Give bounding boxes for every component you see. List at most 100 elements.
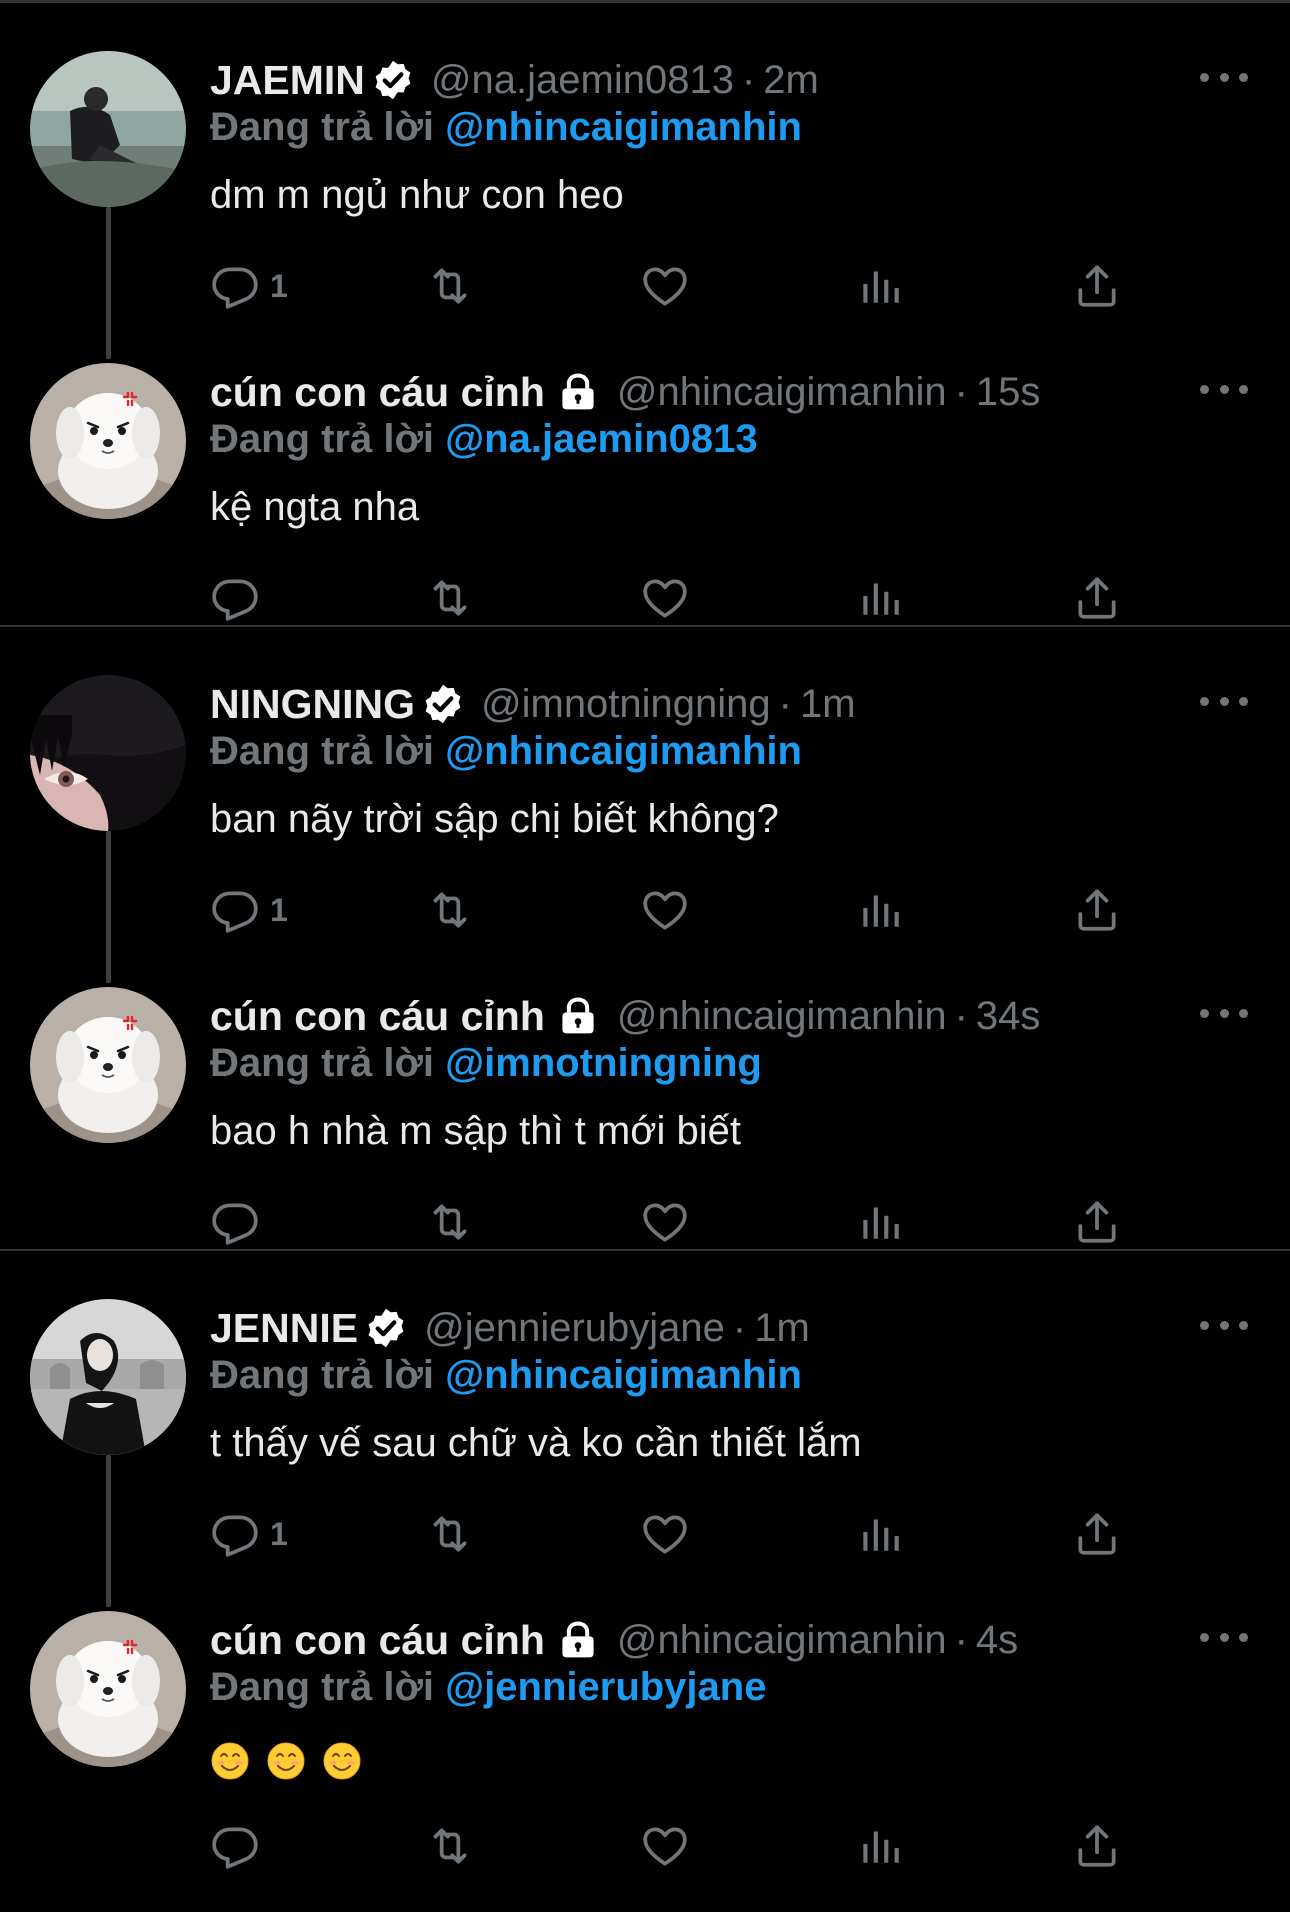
- display-name[interactable]: JENNIE: [210, 1305, 358, 1352]
- mention-link[interactable]: @nhincaigimanhin: [445, 729, 802, 773]
- views-button[interactable]: [855, 573, 905, 623]
- like-button[interactable]: [640, 1821, 690, 1871]
- more-options-icon[interactable]: [1200, 679, 1248, 723]
- display-name[interactable]: cún con cáu cỉnh: [210, 1617, 545, 1664]
- more-options-icon[interactable]: [1200, 1303, 1248, 1347]
- tweet[interactable]: NINGNING @imnotningning · 1m Đang trả lờ…: [0, 627, 1290, 939]
- like-button[interactable]: [640, 1509, 690, 1559]
- separator-dot: ·: [954, 993, 968, 1038]
- retweet-button[interactable]: [425, 1197, 475, 1247]
- avatar[interactable]: [30, 675, 186, 831]
- like-button[interactable]: [640, 573, 690, 623]
- retweet-icon: [425, 885, 475, 935]
- username[interactable]: @na.jaemin0813: [431, 58, 734, 103]
- username[interactable]: @nhincaigimanhin: [617, 994, 947, 1039]
- tweet-header: JENNIE @jennierubyjane · 1m: [210, 1303, 810, 1353]
- heart-icon: [640, 261, 690, 311]
- smiling-face-emoji-icon: [210, 1741, 250, 1781]
- reply-count: 1: [270, 1515, 288, 1552]
- heart-icon: [640, 1197, 690, 1247]
- heart-icon: [640, 573, 690, 623]
- more-options-icon[interactable]: [1200, 367, 1248, 411]
- woman-eye-closeup-photo-icon: [30, 675, 186, 831]
- reply-button[interactable]: [210, 1821, 260, 1871]
- woman-monochrome-photo-icon: [30, 1299, 186, 1455]
- tweet[interactable]: cún con cáu cỉnh @nhincaigimanhin · 15s …: [0, 315, 1290, 627]
- display-name[interactable]: cún con cáu cỉnh: [210, 369, 545, 416]
- tweet-header: cún con cáu cỉnh @nhincaigimanhin · 4s: [210, 1615, 1018, 1665]
- username[interactable]: @nhincaigimanhin: [617, 370, 947, 415]
- mention-link[interactable]: @imnotningning: [445, 1041, 762, 1085]
- username[interactable]: @nhincaigimanhin: [617, 1618, 947, 1663]
- share-icon: [1072, 1509, 1122, 1559]
- display-name[interactable]: cún con cáu cỉnh: [210, 993, 545, 1040]
- retweet-icon: [425, 573, 475, 623]
- reply-button[interactable]: [210, 1197, 260, 1247]
- more-options-icon[interactable]: [1200, 1615, 1248, 1659]
- lock-icon: [555, 994, 601, 1038]
- tweet[interactable]: cún con cáu cỉnh @nhincaigimanhin · 34s …: [0, 939, 1290, 1251]
- separator-dot: ·: [778, 681, 792, 726]
- more-options-icon[interactable]: [1200, 991, 1248, 1035]
- retweet-button[interactable]: [425, 573, 475, 623]
- mention-link[interactable]: @jennierubyjane: [445, 1665, 766, 1709]
- share-button[interactable]: [1072, 1821, 1122, 1871]
- retweet-button[interactable]: [425, 261, 475, 311]
- tweet-header: JAEMIN @na.jaemin0813 · 2m: [210, 55, 819, 105]
- tweet[interactable]: cún con cáu cỉnh @nhincaigimanhin · 4s Đ…: [0, 1563, 1290, 1875]
- display-name[interactable]: NINGNING: [210, 681, 415, 728]
- share-button[interactable]: [1072, 261, 1122, 311]
- like-button[interactable]: [640, 261, 690, 311]
- tweet-emojis: [210, 1737, 378, 1782]
- tweet-header: cún con cáu cỉnh @nhincaigimanhin · 15s: [210, 367, 1040, 417]
- action-bar: [210, 573, 1160, 623]
- mention-link[interactable]: @na.jaemin0813: [445, 417, 758, 461]
- views-button[interactable]: [855, 261, 905, 311]
- timestamp[interactable]: 1m: [754, 1306, 810, 1351]
- separator-dot: ·: [732, 1305, 747, 1350]
- retweet-button[interactable]: [425, 1821, 475, 1871]
- retweet-icon: [425, 1197, 475, 1247]
- timestamp[interactable]: 4s: [976, 1618, 1018, 1663]
- reply-button[interactable]: 1: [210, 885, 288, 935]
- username[interactable]: @imnotningning: [481, 682, 771, 727]
- timestamp[interactable]: 2m: [763, 58, 819, 103]
- share-button[interactable]: [1072, 1197, 1122, 1247]
- like-button[interactable]: [640, 1197, 690, 1247]
- action-bar: [210, 1197, 1160, 1247]
- reply-icon: [210, 1821, 260, 1871]
- display-name[interactable]: JAEMIN: [210, 57, 365, 104]
- views-button[interactable]: [855, 885, 905, 935]
- share-button[interactable]: [1072, 1509, 1122, 1559]
- like-button[interactable]: [640, 885, 690, 935]
- reply-button[interactable]: 1: [210, 1509, 288, 1559]
- tweet[interactable]: JAEMIN @na.jaemin0813 · 2m Đang trả lời …: [0, 3, 1290, 315]
- timestamp[interactable]: 1m: [800, 682, 856, 727]
- views-button[interactable]: [855, 1197, 905, 1247]
- share-button[interactable]: [1072, 885, 1122, 935]
- share-button[interactable]: [1072, 573, 1122, 623]
- avatar[interactable]: [30, 51, 186, 207]
- views-button[interactable]: [855, 1509, 905, 1559]
- timestamp[interactable]: 34s: [976, 994, 1041, 1039]
- timestamp[interactable]: 15s: [976, 370, 1041, 415]
- tweet-header: NINGNING @imnotningning · 1m: [210, 679, 856, 729]
- views-button[interactable]: [855, 1821, 905, 1871]
- action-bar: 1: [210, 1509, 1160, 1559]
- mention-link[interactable]: @nhincaigimanhin: [445, 105, 802, 149]
- avatar[interactable]: [30, 1299, 186, 1455]
- reply-button[interactable]: 1: [210, 261, 288, 311]
- reply-icon: [210, 1509, 260, 1559]
- avatar[interactable]: [30, 1611, 186, 1767]
- mention-link[interactable]: @nhincaigimanhin: [445, 1353, 802, 1397]
- username[interactable]: @jennierubyjane: [424, 1306, 725, 1351]
- more-options-icon[interactable]: [1200, 55, 1248, 99]
- reply-button[interactable]: [210, 573, 260, 623]
- replying-to-label: Đang trả lời: [210, 105, 435, 149]
- retweet-button[interactable]: [425, 885, 475, 935]
- replying-to: Đang trả lời @nhincaigimanhin: [210, 729, 802, 774]
- avatar[interactable]: [30, 987, 186, 1143]
- retweet-button[interactable]: [425, 1509, 475, 1559]
- avatar[interactable]: [30, 363, 186, 519]
- tweet[interactable]: JENNIE @jennierubyjane · 1m Đang trả lời…: [0, 1251, 1290, 1563]
